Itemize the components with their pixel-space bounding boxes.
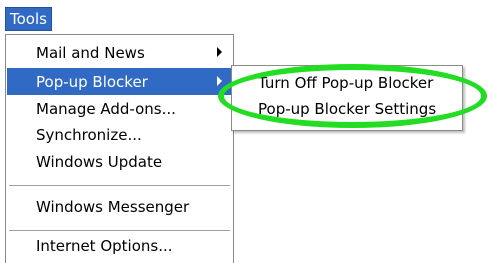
menu-item-label: Turn Off Pop-up Blocker (258, 73, 434, 92)
menu-tools[interactable]: Tools (5, 7, 52, 31)
popup-blocker-submenu: Turn Off Pop-up Blocker Pop-up Blocker S… (231, 65, 463, 131)
menu-item-popup-blocker[interactable]: Pop-up Blocker (7, 68, 232, 95)
menu-item-label: Pop-up Blocker Settings (258, 99, 437, 118)
menu-item-label: Windows Update (36, 152, 163, 171)
menu-item-mail-and-news[interactable]: Mail and News (7, 39, 232, 66)
submenu-arrow-icon (217, 47, 222, 57)
menu-separator (9, 230, 230, 231)
menu-item-label: Manage Add-ons... (36, 99, 176, 118)
menu-item-windows-messenger[interactable]: Windows Messenger (7, 193, 232, 220)
menu-item-popup-blocker-settings[interactable]: Pop-up Blocker Settings (233, 95, 461, 122)
tools-dropdown-menu: Mail and News Pop-up Blocker Manage Add-… (5, 34, 234, 263)
menu-separator (9, 185, 230, 186)
menu-item-label: Synchronize... (36, 125, 142, 144)
menu-item-turn-off-popup-blocker[interactable]: Turn Off Pop-up Blocker (233, 69, 461, 96)
menu-item-manage-add-ons[interactable]: Manage Add-ons... (7, 95, 232, 122)
menu-item-windows-update[interactable]: Windows Update (7, 148, 232, 175)
menu-item-synchronize[interactable]: Synchronize... (7, 121, 232, 148)
menu-item-label: Windows Messenger (36, 197, 190, 216)
menu-item-internet-options[interactable]: Internet Options... (7, 232, 232, 259)
menu-item-label: Internet Options... (36, 236, 173, 255)
submenu-arrow-icon (217, 76, 222, 86)
menu-item-label: Mail and News (36, 43, 145, 62)
menu-item-label: Pop-up Blocker (36, 72, 148, 91)
